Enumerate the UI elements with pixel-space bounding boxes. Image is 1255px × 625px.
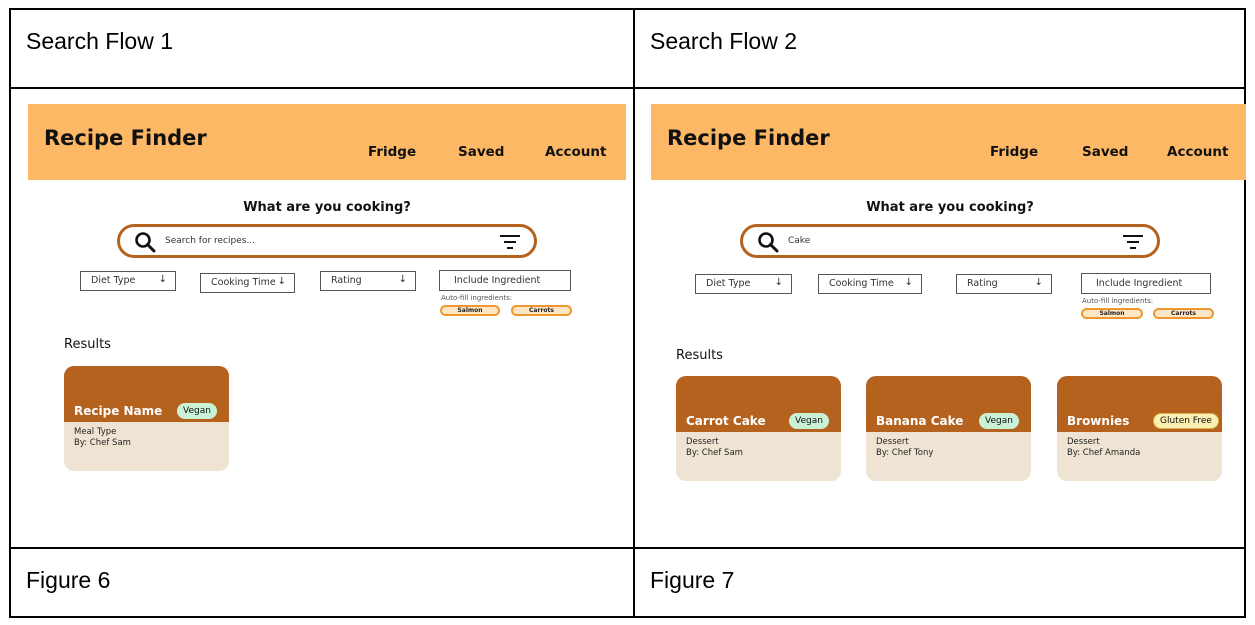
caption-cell-1: Figure 6	[11, 549, 635, 616]
panel-heading: Search Flow 1	[26, 28, 174, 54]
search-placeholder: Search for recipes...	[165, 236, 256, 246]
mockup-cell-2: Recipe Finder Fridge Saved Account What …	[635, 89, 1246, 549]
include-ingredient-field[interactable]: Include Ingredient	[1081, 273, 1211, 294]
search-input[interactable]: Cake	[740, 224, 1160, 258]
app-header: Recipe Finder Fridge Saved Account	[651, 104, 1246, 180]
app-mockup: Recipe Finder Fridge Saved Account What …	[28, 104, 626, 524]
recipe-card[interactable]: Brownies Gluten Free Dessert By: Chef Am…	[1057, 376, 1222, 481]
arrow-down-icon: ↓	[774, 277, 783, 288]
cooking-time-dropdown[interactable]: Cooking Time ↓	[200, 273, 295, 293]
chip-salmon[interactable]: Salmon	[440, 305, 500, 316]
card-title: Brownies	[1067, 414, 1130, 428]
results-label: Results	[64, 337, 111, 352]
arrow-down-icon: ↓	[158, 274, 167, 285]
card-meal-type: Meal Type	[74, 427, 117, 437]
diet-type-dropdown[interactable]: Diet Type ↓	[695, 274, 792, 294]
chip-salmon[interactable]: Salmon	[1081, 308, 1143, 319]
arrow-down-icon: ↓	[277, 276, 286, 287]
nav-account[interactable]: Account	[545, 144, 606, 160]
card-meal-type: Dessert	[876, 437, 909, 447]
results-label: Results	[676, 348, 723, 363]
panel-heading: Search Flow 2	[650, 28, 798, 54]
app-title: Recipe Finder	[44, 126, 207, 150]
nav-fridge[interactable]: Fridge	[990, 144, 1038, 160]
card-title: Banana Cake	[876, 414, 964, 428]
rating-dropdown[interactable]: Rating ↓	[956, 274, 1052, 294]
card-author: By: Chef Sam	[74, 438, 131, 448]
recipe-card[interactable]: Recipe Name Vegan Meal Type By: Chef Sam	[64, 366, 229, 471]
arrow-down-icon: ↓	[1034, 277, 1043, 288]
search-prompt: What are you cooking?	[866, 200, 1034, 215]
arrow-down-icon: ↓	[398, 274, 407, 285]
vegan-badge: Vegan	[979, 413, 1019, 429]
autofill-label: Auto-fill ingredients:	[441, 294, 513, 302]
card-meal-type: Dessert	[1067, 437, 1100, 447]
heading-cell-1: Search Flow 1	[11, 10, 635, 89]
card-author: By: Chef Amanda	[1067, 448, 1141, 458]
search-icon[interactable]	[134, 231, 156, 253]
filter-icon[interactable]	[500, 234, 520, 250]
figure-caption: Figure 6	[26, 567, 111, 593]
rating-dropdown[interactable]: Rating ↓	[320, 271, 416, 291]
vegan-badge: Vegan	[177, 403, 217, 419]
recipe-card[interactable]: Banana Cake Vegan Dessert By: Chef Tony	[866, 376, 1031, 481]
vegan-badge: Vegan	[789, 413, 829, 429]
filter-icon[interactable]	[1123, 234, 1143, 250]
nav-saved[interactable]: Saved	[1082, 144, 1128, 160]
card-meal-type: Dessert	[686, 437, 719, 447]
nav-saved[interactable]: Saved	[458, 144, 504, 160]
chip-carrots[interactable]: Carrots	[1153, 308, 1214, 319]
app-title: Recipe Finder	[667, 126, 830, 150]
app-mockup: Recipe Finder Fridge Saved Account What …	[651, 104, 1246, 524]
search-prompt: What are you cooking?	[243, 200, 411, 215]
card-author: By: Chef Sam	[686, 448, 743, 458]
card-title: Carrot Cake	[686, 414, 766, 428]
storyboard-table: Search Flow 1 Search Flow 2 Recipe Finde…	[9, 8, 1246, 618]
gluten-free-badge: Gluten Free	[1153, 413, 1219, 429]
include-ingredient-field[interactable]: Include Ingredient	[439, 270, 571, 291]
recipe-card[interactable]: Carrot Cake Vegan Dessert By: Chef Sam	[676, 376, 841, 481]
caption-cell-2: Figure 7	[635, 549, 1246, 616]
card-title: Recipe Name	[74, 404, 163, 418]
search-input[interactable]: Search for recipes...	[117, 224, 537, 258]
mockup-cell-1: Recipe Finder Fridge Saved Account What …	[11, 89, 635, 549]
card-author: By: Chef Tony	[876, 448, 934, 458]
nav-account[interactable]: Account	[1167, 144, 1228, 160]
autofill-label: Auto-fill ingredients:	[1082, 297, 1154, 305]
heading-cell-2: Search Flow 2	[635, 10, 1246, 89]
diet-type-dropdown[interactable]: Diet Type ↓	[80, 271, 176, 291]
chip-carrots[interactable]: Carrots	[511, 305, 572, 316]
app-header: Recipe Finder Fridge Saved Account	[28, 104, 626, 180]
cooking-time-dropdown[interactable]: Cooking Time ↓	[818, 274, 922, 294]
search-icon[interactable]	[757, 231, 779, 253]
search-value: Cake	[788, 236, 811, 246]
figure-caption: Figure 7	[650, 567, 735, 593]
nav-fridge[interactable]: Fridge	[368, 144, 416, 160]
arrow-down-icon: ↓	[904, 277, 913, 288]
